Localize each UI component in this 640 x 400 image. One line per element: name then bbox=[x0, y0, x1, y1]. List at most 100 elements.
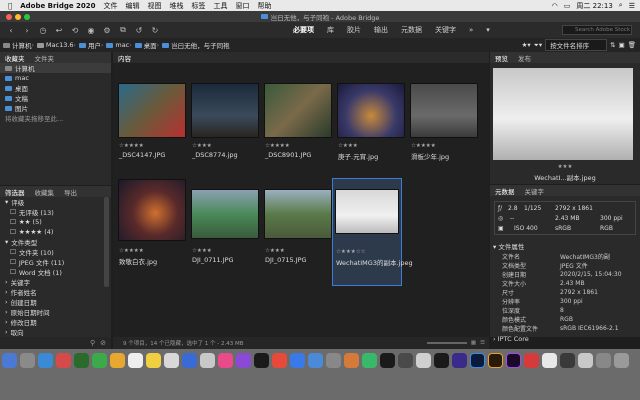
fav-item-pictures[interactable]: 图片 bbox=[0, 103, 111, 113]
breadcrumb-item[interactable]: 计算机 bbox=[3, 40, 32, 50]
thumbnail-card[interactable]: ☆★★★★ 滑板少年.jpg bbox=[408, 73, 480, 181]
filter-group-orientation[interactable]: › 取向 bbox=[0, 327, 111, 337]
rating-stars[interactable]: ☆★★★ bbox=[265, 248, 285, 254]
fav-item-computer[interactable]: 计算机 bbox=[0, 63, 111, 73]
podcasts-icon[interactable] bbox=[236, 353, 251, 368]
system-preferences-icon[interactable] bbox=[326, 353, 341, 368]
rating-stars[interactable]: ☆★★★★ bbox=[411, 143, 436, 149]
file-properties-section[interactable]: ▾ 文件属性 bbox=[493, 241, 524, 251]
stock-search-input[interactable]: Search Adobe Stock bbox=[562, 25, 632, 35]
app-icon[interactable] bbox=[560, 353, 575, 368]
app-menu[interactable]: Adobe Bridge 2020 bbox=[20, 2, 95, 10]
filter-scrollbar[interactable] bbox=[104, 197, 109, 287]
thumbnail-card[interactable]: ☆★★★★ _DSC8901.JPG bbox=[262, 73, 334, 181]
open-icon[interactable]: ⧉ bbox=[118, 25, 128, 35]
menu-tools[interactable]: 工具 bbox=[214, 1, 228, 11]
filter-group-keywords[interactable]: › 关键字 bbox=[0, 277, 111, 287]
rotate-cw-icon[interactable]: ↻ bbox=[150, 26, 160, 35]
rating-stars[interactable]: ☆★★★ bbox=[338, 143, 358, 149]
thumbnail-card[interactable]: ☆★★★ _DSC8774.jpg bbox=[189, 73, 261, 181]
pin-icon[interactable]: ⚲ bbox=[90, 339, 95, 347]
filter-group-modified[interactable]: › 修改日期 bbox=[0, 317, 111, 327]
tab-export[interactable]: 导出 bbox=[59, 187, 82, 197]
back-icon[interactable]: ‹ bbox=[6, 26, 16, 35]
list-view-icon[interactable]: ☰ bbox=[480, 340, 485, 346]
news-icon[interactable] bbox=[272, 353, 287, 368]
launchpad-icon[interactable] bbox=[20, 353, 35, 368]
breadcrumb-item[interactable]: 用户 bbox=[78, 40, 101, 50]
filter-option[interactable]: ☐ ★★★★ (4) bbox=[0, 227, 111, 237]
close-window-icon[interactable] bbox=[6, 14, 12, 20]
tab-favorites[interactable]: 收藏夹 bbox=[0, 53, 30, 63]
battery-icon[interactable]: ▭ bbox=[564, 2, 571, 10]
wifi-icon[interactable]: ◠ bbox=[552, 2, 558, 10]
app-icon[interactable] bbox=[182, 353, 197, 368]
tab-libraries[interactable]: 库 bbox=[327, 25, 334, 35]
app-icon[interactable] bbox=[200, 353, 215, 368]
funnel-icon[interactable]: ⏷▾ bbox=[534, 41, 542, 50]
rating-stars[interactable]: ☆★★★★ bbox=[119, 248, 144, 254]
minimize-window-icon[interactable] bbox=[15, 14, 21, 20]
wechat-icon[interactable] bbox=[362, 353, 377, 368]
thumbnail-image[interactable] bbox=[264, 189, 332, 239]
star-filter-icon[interactable]: ★▾ bbox=[522, 41, 531, 49]
tab-output[interactable]: 输出 bbox=[374, 25, 388, 35]
app-icon[interactable] bbox=[542, 353, 557, 368]
thumbnail-size-slider[interactable] bbox=[426, 342, 467, 344]
grid-view-icon[interactable]: ▦ bbox=[471, 340, 476, 346]
thumbnail-image[interactable] bbox=[118, 83, 186, 138]
preview-stars[interactable]: ★★★ bbox=[490, 164, 640, 170]
control-center-icon[interactable]: ☰ bbox=[629, 2, 635, 10]
forward-icon[interactable]: › bbox=[22, 26, 32, 35]
rating-stars[interactable]: ☆★★★☆☆ bbox=[336, 249, 366, 255]
rating-stars[interactable]: ☆★★★ bbox=[192, 248, 212, 254]
sort-dropdown[interactable]: 按文件名排序 bbox=[545, 39, 608, 51]
thumbnail-image[interactable] bbox=[335, 189, 399, 234]
tab-collections[interactable]: 收藏集 bbox=[30, 187, 60, 197]
thumbnail-card-selected[interactable]: ☆★★★☆☆ WechatIMG3的副本.jpeg bbox=[332, 178, 413, 286]
new-folder-icon[interactable]: ▣ bbox=[619, 41, 625, 49]
tab-folders[interactable]: 文件夹 bbox=[30, 53, 60, 63]
filter-option[interactable]: ☐ JPEG 文件 (11) bbox=[0, 257, 111, 267]
clock[interactable]: 周二 22:13 bbox=[576, 1, 612, 11]
rating-stars[interactable]: ☆★★★★ bbox=[119, 143, 144, 149]
fav-item-documents[interactable]: 文稿 bbox=[0, 93, 111, 103]
filter-option[interactable]: ☐ 无评级 (13) bbox=[0, 207, 111, 217]
refine-icon[interactable]: ⚙ bbox=[102, 26, 112, 35]
tab-publish[interactable]: 发布 bbox=[513, 53, 536, 63]
notes-icon[interactable] bbox=[146, 353, 161, 368]
photoshop-icon[interactable] bbox=[470, 353, 485, 368]
messages-icon[interactable] bbox=[92, 353, 107, 368]
tab-filter[interactable]: 筛选器 bbox=[0, 187, 30, 197]
downloads-icon[interactable] bbox=[578, 353, 593, 368]
tab-preview[interactable]: 预览 bbox=[490, 53, 513, 63]
app-icon[interactable] bbox=[524, 353, 539, 368]
workspace-menu-icon[interactable]: » bbox=[469, 26, 473, 34]
app-icon[interactable] bbox=[344, 353, 359, 368]
tab-metadata-panel[interactable]: 元数据 bbox=[490, 186, 520, 196]
filter-option[interactable]: ☐ ★★ (5) bbox=[0, 217, 111, 227]
thumbnail-card[interactable]: ☆★★★ DJI_0711.JPG bbox=[189, 179, 261, 287]
return-icon[interactable]: ↩ bbox=[54, 26, 64, 35]
reminders-icon[interactable] bbox=[164, 353, 179, 368]
menu-view[interactable]: 视图 bbox=[148, 1, 162, 11]
word-icon[interactable] bbox=[308, 353, 323, 368]
sort-direction-icon[interactable]: ⇅ bbox=[610, 41, 615, 49]
tab-keywords[interactable]: 关键字 bbox=[435, 25, 456, 35]
filter-group-rating[interactable]: ▾ 评级 bbox=[0, 197, 111, 207]
music-icon[interactable] bbox=[218, 353, 233, 368]
thumbnail-image[interactable] bbox=[264, 83, 332, 138]
filter-group-filetype[interactable]: ▾ 文件类型 bbox=[0, 237, 111, 247]
clear-filter-icon[interactable]: ⊘ bbox=[100, 339, 106, 347]
preview-image[interactable] bbox=[493, 68, 633, 160]
breadcrumb-item[interactable]: Mac13.6 bbox=[36, 41, 74, 49]
menu-window[interactable]: 窗口 bbox=[236, 1, 250, 11]
qq-icon[interactable] bbox=[416, 353, 431, 368]
thumbnail-card[interactable]: ☆★★★★ _DSC4147.JPG bbox=[116, 73, 188, 181]
tab-metadata[interactable]: 元数据 bbox=[401, 25, 422, 35]
app-icon[interactable] bbox=[74, 353, 89, 368]
folder-icon[interactable] bbox=[596, 353, 611, 368]
thumbnail-image[interactable] bbox=[191, 83, 259, 138]
thumbnail-image[interactable] bbox=[191, 189, 259, 239]
thumbnail-card[interactable]: ☆★★★ 庚子.元宵.jpg bbox=[335, 73, 407, 181]
